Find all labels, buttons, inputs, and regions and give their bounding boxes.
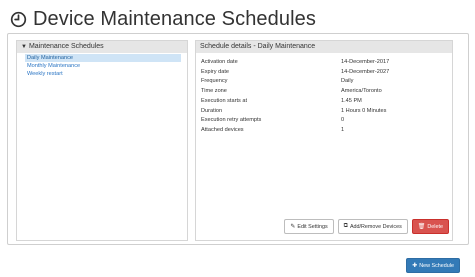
caret-down-icon: ▼ [21,44,27,50]
detail-row: Activation date 14-December-2017 [201,58,451,68]
new-schedule-button[interactable]: ✚ New Schedule [406,258,460,273]
edit-settings-label: Edit Settings [297,223,328,230]
detail-key: Execution starts at [201,97,248,104]
new-schedule-label: New Schedule [419,262,454,269]
details-panel: Schedule details - Daily Maintenance Act… [195,40,453,241]
schedules-panel-header[interactable]: ▼ Maintenance Schedules [17,41,187,53]
detail-row: Attached devices 1 [201,126,451,136]
schedules-panel-title: Maintenance Schedules [28,43,104,50]
detail-value: 14-December-2017 [341,59,390,65]
detail-value: 1.45 PM [341,97,362,104]
schedules-panel: ▼ Maintenance Schedules Daily Maintenanc… [16,40,188,241]
schedule-item-monthly[interactable]: Monthly Maintenance [25,62,181,70]
detail-row: Execution retry attempts 0 [201,116,451,126]
trash-icon: 🗑 [417,224,426,230]
detail-key: Frequency [201,78,228,85]
page-title: Device Maintenance Schedules [33,7,316,30]
detail-key: Time zone [201,88,227,95]
edit-settings-button[interactable]: ✎ Edit Settings [284,219,334,234]
detail-key: Duration [201,107,223,114]
detail-key: Execution retry attempts [201,117,262,124]
delete-label: Delete [427,223,443,230]
plus-icon: ✚ [412,263,418,269]
detail-row: Duration 1 Hours 0 Minutes [201,107,451,117]
detail-key: Attached devices [201,126,244,133]
devices-icon: ⧉ [343,223,348,229]
add-remove-devices-label: Add/Remove Devices [349,223,402,230]
details-panel-title: Schedule details - Daily Maintenance [196,41,452,53]
schedule-list: Daily Maintenance Monthly Maintenance We… [17,53,187,78]
detail-value: Daily [341,78,354,85]
detail-key: Expiry date [201,68,229,75]
delete-button[interactable]: 🗑 Delete [411,219,449,234]
detail-value: 14-December-2027 [341,68,390,75]
detail-row: Time zone America/Toronto [201,87,451,97]
detail-row: Expiry date 14-December-2027 [201,68,451,78]
detail-key: Activation date [201,59,238,65]
detail-row: Execution starts at 1.45 PM [201,97,451,107]
schedule-item-weekly[interactable]: Weekly restart [25,70,181,78]
clock-icon [10,11,27,27]
detail-value: 0 [341,117,345,124]
details-actions: ✎ Edit Settings ⧉ Add/Remove Devices 🗑 D… [284,219,449,234]
detail-value: America/Toronto [341,88,382,95]
details-rows: Activation date 14-December-2017 Expiry d… [201,58,451,136]
add-remove-devices-button[interactable]: ⧉ Add/Remove Devices [337,219,408,234]
detail-row: Frequency Daily [201,77,451,87]
page-header: Device Maintenance Schedules [10,6,316,32]
detail-value: 1 [341,126,345,133]
schedule-item-daily[interactable]: Daily Maintenance [25,54,181,62]
edit-icon: ✎ [290,224,296,230]
detail-value: 1 Hours 0 Minutes [341,107,387,114]
